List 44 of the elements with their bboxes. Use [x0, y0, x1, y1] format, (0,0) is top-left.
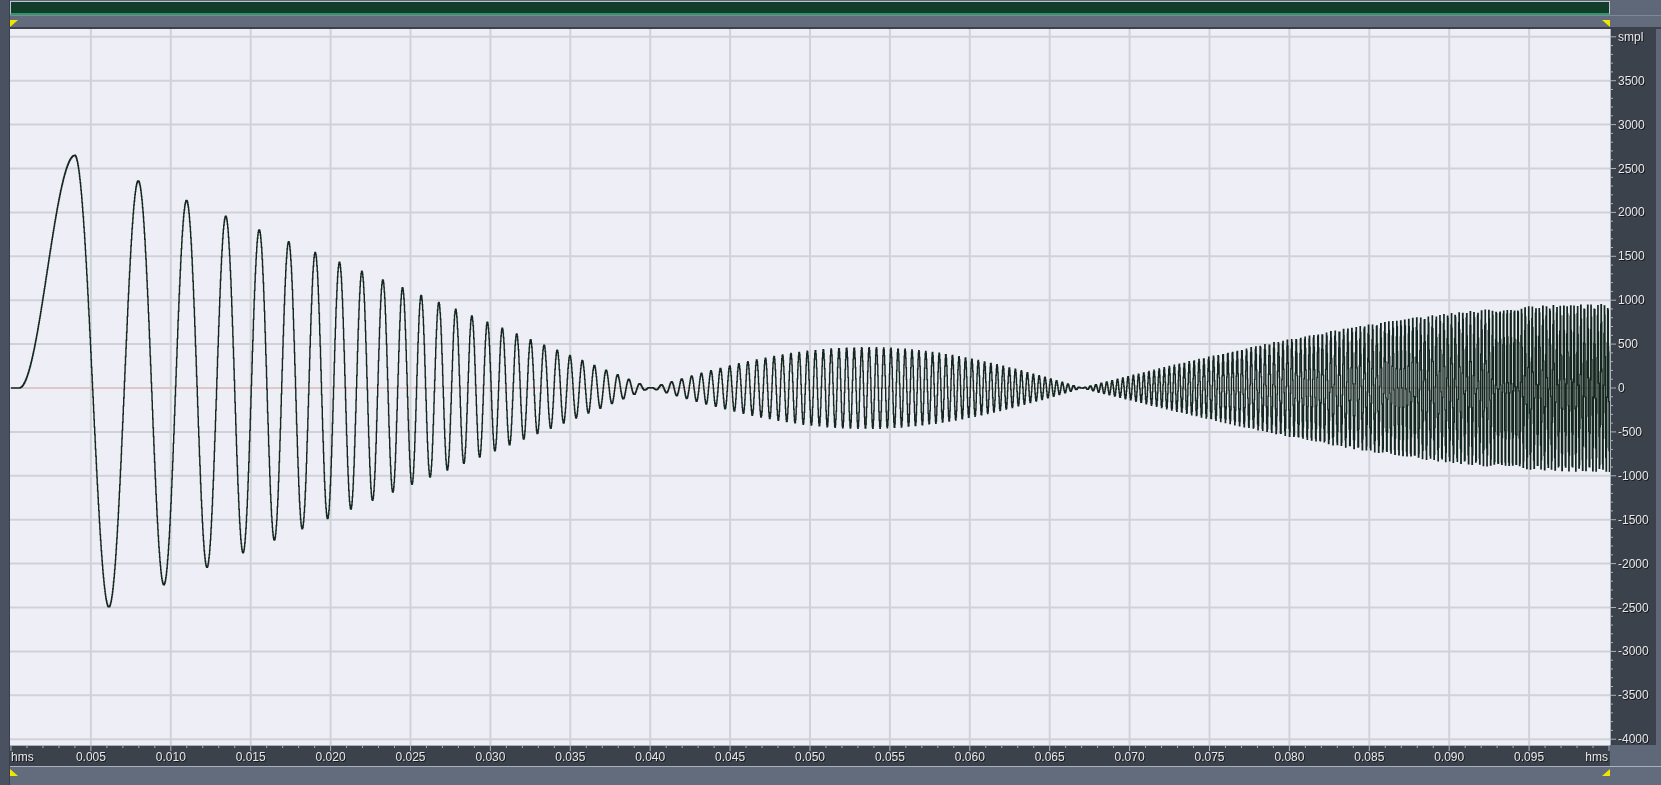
axis-label: 0.035	[555, 749, 586, 765]
axis-label: 0.020	[315, 749, 346, 765]
axis-label: 0.015	[235, 749, 266, 765]
axis-label: 0.010	[155, 749, 186, 765]
axis-label: 0.005	[75, 749, 106, 765]
axis-label: 0.045	[715, 749, 746, 765]
axis-label: 0.050	[795, 749, 825, 765]
overview-bar[interactable]	[10, 1, 1610, 15]
unit-label: hms	[1585, 749, 1608, 765]
marker-icon[interactable]	[10, 769, 18, 776]
axis-label: 1000	[1618, 292, 1645, 309]
marker-icon[interactable]	[1602, 769, 1610, 776]
axis-label: 0.060	[954, 749, 985, 765]
axis-label: 2000	[1618, 204, 1645, 221]
axis-label: -2500	[1618, 599, 1649, 616]
axis-label: 0.030	[475, 749, 506, 765]
axis-label: 0.025	[395, 749, 426, 765]
axis-label: 0.070	[1114, 749, 1145, 765]
axis-label: -2000	[1618, 555, 1649, 572]
axis-label: -3000	[1618, 643, 1649, 660]
axis-label: -1500	[1618, 511, 1649, 528]
axis-label: 0.055	[874, 749, 905, 765]
unit-label: hms	[11, 749, 34, 765]
axis-label: -1000	[1618, 467, 1649, 484]
axis-label: 500	[1618, 336, 1639, 353]
axis-label: 0.080	[1274, 749, 1305, 765]
waveform-panel[interactable]	[10, 29, 1610, 745]
axis-label: 0.040	[635, 749, 666, 765]
marker-icon[interactable]	[1602, 20, 1610, 27]
axis-label: 0.085	[1354, 749, 1385, 765]
axis-label: -500	[1618, 423, 1643, 440]
axis-label: -4000	[1618, 731, 1649, 748]
axis-label: 0	[1618, 380, 1625, 396]
axis-label: 3500	[1618, 72, 1645, 89]
axis-label: 3000	[1618, 116, 1645, 133]
axis-label: 1500	[1618, 248, 1645, 265]
marker-icon[interactable]	[10, 20, 18, 27]
axis-label: 0.065	[1034, 749, 1065, 765]
axis-label: 0.075	[1194, 749, 1225, 765]
axis-label: -3500	[1618, 687, 1649, 704]
axis-label: 0.090	[1434, 749, 1465, 765]
axis-label: 2500	[1618, 160, 1645, 177]
axis-label: 0.095	[1514, 749, 1545, 765]
unit-label: smpl	[1618, 28, 1644, 45]
